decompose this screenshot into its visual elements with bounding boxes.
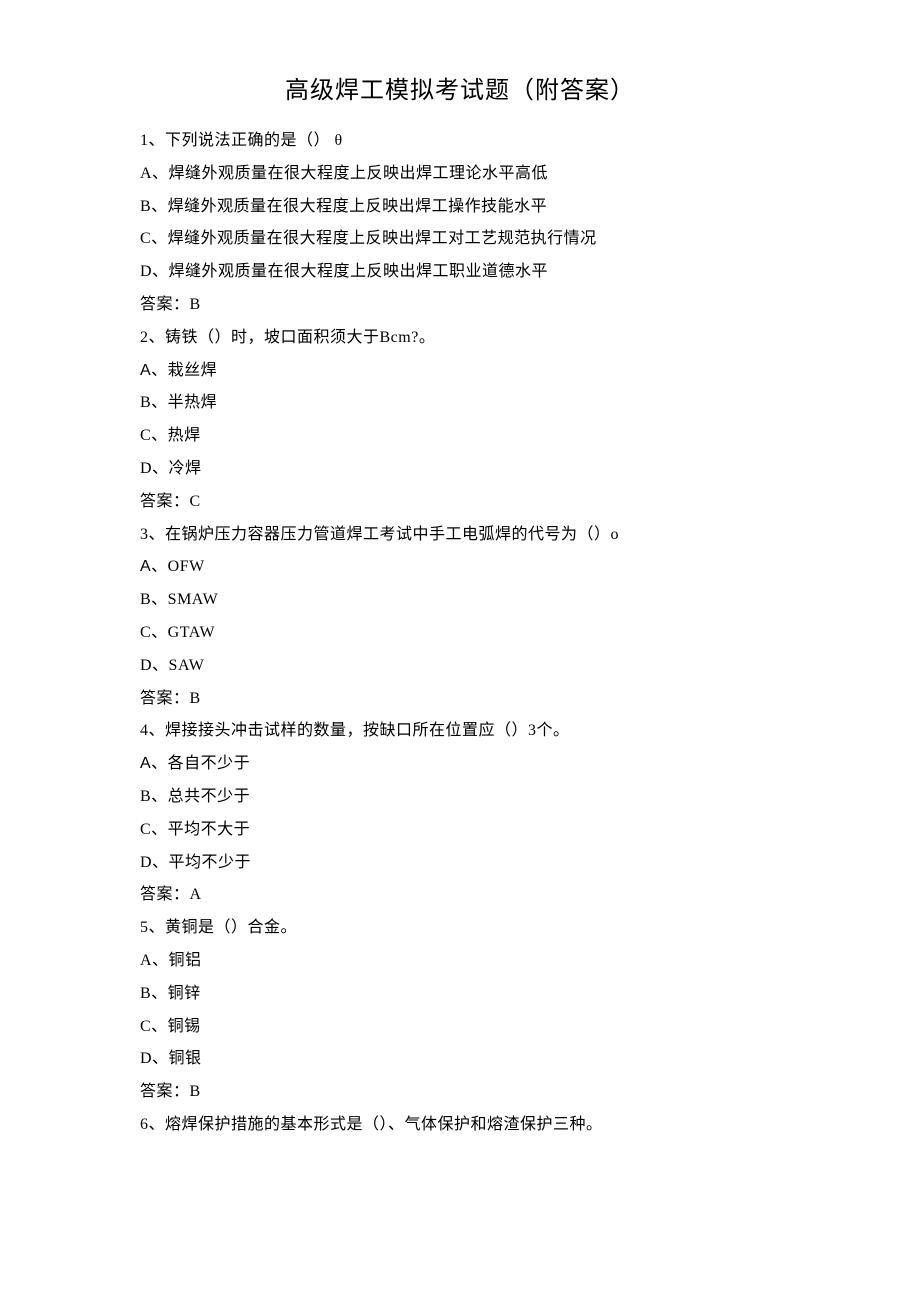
- document-title: 高级焊工模拟考试题（附答案）: [140, 70, 780, 105]
- question-stem: 5、黄铜是（）合金。: [140, 912, 780, 945]
- question-stem: 2、铸铁（）时，坡口面积须大于Bcm?。: [140, 322, 780, 355]
- option-letter: A: [140, 755, 151, 772]
- question-answer: 答案：B: [140, 289, 780, 322]
- question-list: 1、下列说法正确的是（） θA、焊缝外观质量在很大程度上反映出焊工理论水平高低B…: [140, 125, 780, 1142]
- question-option: A、OFW: [140, 551, 780, 584]
- question-option: D、冷焊: [140, 453, 780, 486]
- question-stem: 6、熔焊保护措施的基本形式是（）、气体保护和熔渣保护三种。: [140, 1109, 780, 1142]
- question-option: A、焊缝外观质量在很大程度上反映出焊工理论水平高低: [140, 158, 780, 191]
- question-option: C、焊缝外观质量在很大程度上反映出焊工对工艺规范执行情况: [140, 223, 780, 256]
- question-answer: 答案：A: [140, 879, 780, 912]
- question-option: A、铜铝: [140, 945, 780, 978]
- question-option: C、平均不大于: [140, 814, 780, 847]
- option-text: 、OFW: [151, 558, 205, 575]
- question-stem: 1、下列说法正确的是（） θ: [140, 125, 780, 158]
- question-option: D、SAW: [140, 650, 780, 683]
- option-letter: A: [140, 558, 151, 575]
- question-option: B、铜锌: [140, 978, 780, 1011]
- question-option: B、SMAW: [140, 584, 780, 617]
- question-answer: 答案：C: [140, 486, 780, 519]
- question-option: B、半热焊: [140, 387, 780, 420]
- question-option: D、焊缝外观质量在很大程度上反映出焊工职业道德水平: [140, 256, 780, 289]
- question-option: C、铜锡: [140, 1011, 780, 1044]
- document-page: 高级焊工模拟考试题（附答案） 1、下列说法正确的是（） θA、焊缝外观质量在很大…: [0, 0, 920, 1182]
- option-letter: A: [140, 362, 151, 379]
- question-option: B、焊缝外观质量在很大程度上反映出焊工操作技能水平: [140, 191, 780, 224]
- question-stem: 3、在锅炉压力容器压力管道焊工考试中手工电弧焊的代号为（）o: [140, 519, 780, 552]
- question-option: C、GTAW: [140, 617, 780, 650]
- option-text: 、各自不少于: [151, 755, 250, 772]
- question-stem: 4、焊接接头冲击试样的数量，按缺口所在位置应（）3个。: [140, 715, 780, 748]
- question-option: C、热焊: [140, 420, 780, 453]
- question-option: A、各自不少于: [140, 748, 780, 781]
- question-answer: 答案：B: [140, 1076, 780, 1109]
- question-option: D、平均不少于: [140, 847, 780, 880]
- option-text: 、栽丝焊: [151, 362, 217, 379]
- question-option: D、铜银: [140, 1043, 780, 1076]
- question-option: A、栽丝焊: [140, 355, 780, 388]
- question-option: B、总共不少于: [140, 781, 780, 814]
- question-answer: 答案：B: [140, 683, 780, 716]
